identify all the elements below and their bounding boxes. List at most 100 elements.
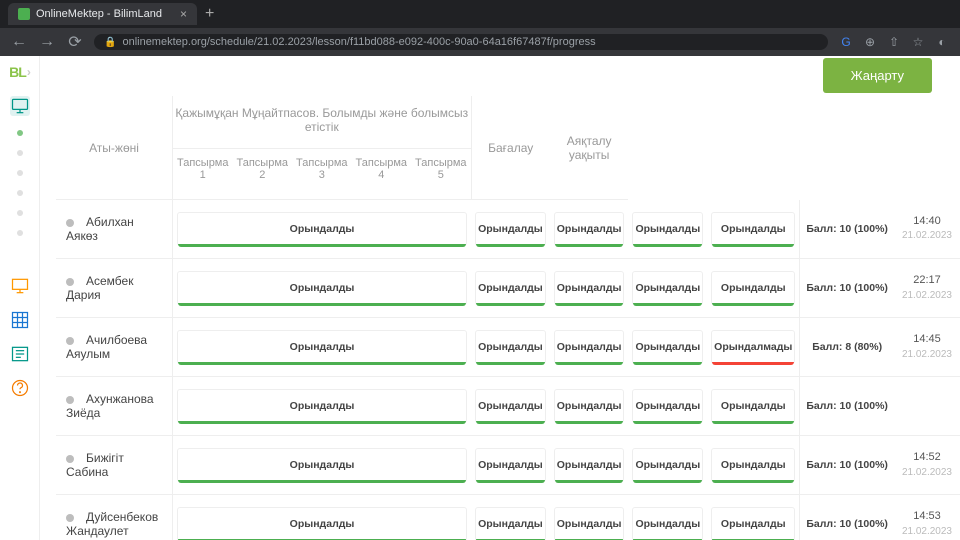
- task-badge[interactable]: Орындалды: [632, 330, 703, 364]
- star-icon[interactable]: ☆: [910, 34, 926, 50]
- task-badge[interactable]: Орындалды: [632, 271, 703, 305]
- task-badge[interactable]: Орындалды: [632, 448, 703, 482]
- back-icon[interactable]: ←: [10, 33, 28, 51]
- task-badge[interactable]: Орындалды: [711, 389, 795, 423]
- presentation-icon[interactable]: [10, 276, 30, 296]
- sidebar-nav-top: [10, 96, 30, 236]
- nav-dot[interactable]: [17, 170, 23, 176]
- name-cell: Абилхан Аякөз: [56, 200, 172, 259]
- task-cell: Орындалды: [628, 259, 707, 318]
- forward-icon[interactable]: →: [38, 33, 56, 51]
- score-cell: Балл: 10 (100%): [800, 436, 894, 495]
- nav-dot[interactable]: [17, 190, 23, 196]
- progress-table: Аты-жөні Қажымұқан Мұңайтпасов. Болымды …: [56, 96, 960, 540]
- student-name: Дуйсенбеков Жандаулет: [66, 510, 158, 538]
- nav-dot-active[interactable]: [17, 130, 23, 136]
- news-icon[interactable]: [10, 344, 30, 364]
- table-row: Бижігіт СабинаОрындалдыОрындалдыОрындалд…: [56, 436, 960, 495]
- task-badge[interactable]: Орындалды: [554, 507, 625, 540]
- task-badge[interactable]: Орындалды: [711, 448, 795, 482]
- task-cell: Орындалды: [471, 259, 550, 318]
- task-badge[interactable]: Орындалды: [177, 389, 467, 423]
- task-badge[interactable]: Орындалды: [711, 271, 795, 305]
- help-icon[interactable]: [10, 378, 30, 398]
- profile-icon[interactable]: ◐: [934, 34, 950, 50]
- task-cell: Орындалды: [628, 200, 707, 259]
- task-badge[interactable]: Орындалды: [632, 212, 703, 246]
- name-header-label: Аты-жөні: [56, 111, 172, 185]
- name-cell: Ахунжанова Зиёда: [56, 377, 172, 436]
- google-icon[interactable]: G: [838, 34, 854, 50]
- browser-tab[interactable]: OnlineMektep - BilimLand ×: [8, 3, 197, 25]
- task-badge[interactable]: Орындалды: [632, 389, 703, 423]
- task-badge[interactable]: Орындалды: [475, 271, 546, 305]
- table-body: Абилхан АякөзОрындалдыОрындалдыОрындалды…: [56, 200, 960, 540]
- browser-chrome: OnlineMektep - BilimLand × + ← → ⟳ 🔒 onl…: [0, 0, 960, 56]
- new-tab-button[interactable]: +: [205, 5, 214, 23]
- task-cell: Орындалды: [172, 495, 471, 540]
- table-row: Дуйсенбеков ЖандаулетОрындалдыОрындалдыО…: [56, 495, 960, 540]
- task-badge[interactable]: Орындалды: [475, 212, 546, 246]
- reload-icon[interactable]: ⟳: [66, 33, 84, 51]
- task-badge[interactable]: Орындалды: [554, 330, 625, 364]
- task-badge[interactable]: Орындалды: [177, 330, 467, 364]
- score-cell: Балл: 10 (100%): [800, 200, 894, 259]
- table-header: Аты-жөні Қажымұқан Мұңайтпасов. Болымды …: [56, 96, 960, 200]
- table-row: Ачилбоева АяулымОрындалдыОрындалдыОрында…: [56, 318, 960, 377]
- task-cell: Орындалды: [471, 318, 550, 377]
- status-dot-icon: [66, 337, 74, 345]
- task-badge[interactable]: Орындалды: [475, 330, 546, 364]
- lesson-title: Қажымұқан Мұңайтпасов. Болымды және болы…: [173, 106, 471, 134]
- score-cell: Балл: 10 (100%): [800, 495, 894, 540]
- task-badge[interactable]: Орындалды: [632, 507, 703, 540]
- zoom-icon[interactable]: ⊕: [862, 34, 878, 50]
- task-badge[interactable]: Орындалды: [554, 448, 625, 482]
- task-cell: Орындалды: [471, 200, 550, 259]
- task-cell: Орындалды: [550, 259, 629, 318]
- nav-dot[interactable]: [17, 150, 23, 156]
- completion-date: 21.02.2023: [902, 525, 952, 539]
- task-badge[interactable]: Орындалды: [177, 212, 467, 246]
- nav-dot[interactable]: [17, 230, 23, 236]
- task-cell: Орындалды: [707, 436, 800, 495]
- task-cell: Орындалды: [628, 377, 707, 436]
- share-icon[interactable]: ⇧: [886, 34, 902, 50]
- task-badge[interactable]: Орындалды: [554, 389, 625, 423]
- task-badge[interactable]: Орындалды: [711, 212, 795, 246]
- task-cell: Орындалды: [707, 377, 800, 436]
- completion-date: 21.02.2023: [902, 289, 952, 303]
- task-header: Тапсырма 3: [292, 149, 352, 189]
- url-text: onlinemektep.org/schedule/21.02.2023/les…: [122, 36, 595, 48]
- logo-text: BL: [9, 64, 26, 80]
- completion-time: 14:53: [902, 509, 952, 524]
- score-cell: Балл: 8 (80%): [800, 318, 894, 377]
- time-header: Аяқталу уақыты: [550, 96, 629, 200]
- monitor-icon[interactable]: [10, 96, 30, 116]
- student-name: Асембек Дария: [66, 274, 133, 302]
- time-cell: 14:5221.02.2023: [894, 436, 960, 495]
- table-icon[interactable]: [10, 310, 30, 330]
- task-badge[interactable]: Орындалды: [554, 271, 625, 305]
- task-cell: Орындалды: [172, 200, 471, 259]
- url-input[interactable]: 🔒 onlinemektep.org/schedule/21.02.2023/l…: [94, 34, 828, 50]
- task-badge[interactable]: Орындалды: [177, 448, 467, 482]
- update-button[interactable]: Жаңарту: [823, 58, 932, 93]
- task-cell: Орындалмады: [707, 318, 800, 377]
- task-badge[interactable]: Орындалды: [475, 389, 546, 423]
- time-cell: [894, 377, 960, 436]
- task-badge[interactable]: Орындалды: [475, 507, 546, 540]
- task-badge[interactable]: Орындалмады: [711, 330, 795, 364]
- task-badge[interactable]: Орындалды: [554, 212, 625, 246]
- task-badge[interactable]: Орындалды: [475, 448, 546, 482]
- logo[interactable]: BL ›: [9, 64, 30, 80]
- nav-dot[interactable]: [17, 210, 23, 216]
- task-badge[interactable]: Орындалды: [177, 507, 467, 540]
- task-badge[interactable]: Орындалды: [711, 507, 795, 540]
- task-badge[interactable]: Орындалды: [177, 271, 467, 305]
- name-cell: Бижігіт Сабина: [56, 436, 172, 495]
- task-cell: Орындалды: [172, 377, 471, 436]
- task-header: Тапсырма 2: [233, 149, 293, 189]
- close-tab-icon[interactable]: ×: [180, 7, 187, 21]
- score-cell: Балл: 10 (100%): [800, 259, 894, 318]
- task-header: Тапсырма 1: [173, 149, 233, 189]
